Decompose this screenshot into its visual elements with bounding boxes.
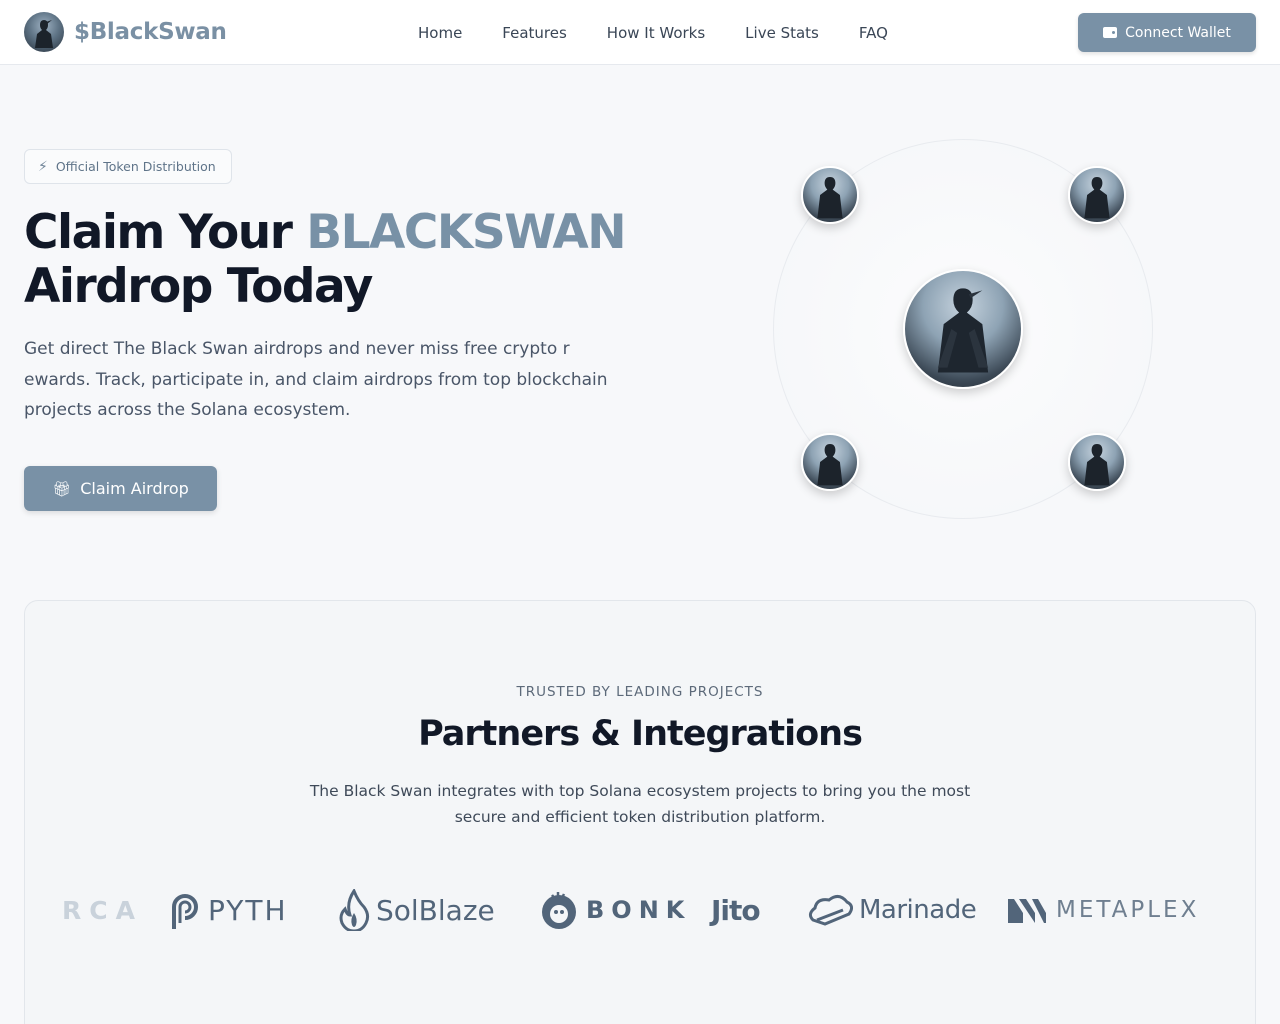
gift-icon: 🎁︎: [52, 479, 72, 498]
bonk-dog-icon: [542, 892, 576, 929]
black-swan-avatar-icon: [24, 12, 64, 52]
hero-title-prefix: Claim Your: [24, 205, 307, 260]
black-swan-orbit-image: [1068, 166, 1126, 224]
wallet-icon: [1103, 27, 1118, 38]
nav-how-it-works[interactable]: How It Works: [607, 24, 705, 42]
black-swan-knight-image: [903, 269, 1023, 389]
connect-wallet-button[interactable]: Connect Wallet: [1078, 13, 1256, 52]
partner-logo-bonk[interactable]: BONK: [540, 888, 691, 932]
partner-name: METAPLEX: [1056, 897, 1200, 923]
official-badge: ⚡︎ Official Token Distribution: [24, 149, 232, 184]
claim-airdrop-label: Claim Airdrop: [80, 479, 189, 498]
badge-label: Official Token Distribution: [55, 159, 216, 174]
partner-logo-solblaze[interactable]: SolBlaze: [338, 888, 495, 932]
partner-logo-rca[interactable]: RCA: [62, 888, 143, 932]
partner-name: BONK: [586, 896, 692, 924]
brand-name: $BlackSwan: [74, 19, 227, 45]
hero-description: Get direct The Black Swan airdrops and n…: [24, 339, 608, 420]
brand-logo[interactable]: $BlackSwan: [24, 12, 227, 52]
partners-eyebrow: TRUSTED BY LEADING PROJECTS: [516, 684, 764, 700]
navbar: $BlackSwan Home Features How It Works Li…: [0, 0, 1280, 65]
black-swan-orbit-image: [801, 166, 859, 224]
flame-icon: [339, 889, 370, 931]
nav-features[interactable]: Features: [502, 24, 567, 42]
connect-wallet-label: Connect Wallet: [1125, 24, 1231, 41]
partners-description: The Black Swan integrates with top Solan…: [309, 782, 971, 826]
main-nav: Home Features How It Works Live Stats FA…: [418, 24, 928, 42]
claim-airdrop-button[interactable]: 🎁︎ Claim Airdrop: [24, 466, 217, 511]
hero-title: Claim Your BLACKSWAN Airdrop Today: [24, 206, 664, 314]
partner-logo-pyth[interactable]: PYTH: [168, 888, 288, 932]
bolt-icon: ⚡︎: [38, 158, 48, 175]
partner-logo-metaplex[interactable]: METAPLEX: [1008, 888, 1199, 932]
chef-hat-icon: [808, 895, 853, 926]
partner-name: Marinade: [859, 895, 977, 925]
nav-faq[interactable]: FAQ: [859, 24, 888, 42]
partner-name: SolBlaze: [376, 893, 495, 927]
pyth-icon: [172, 894, 198, 929]
nav-live-stats[interactable]: Live Stats: [745, 24, 819, 42]
partner-logo-marinade[interactable]: Marinade: [807, 888, 977, 932]
hero-title-accent: BLACKSWAN: [306, 205, 626, 260]
nav-home[interactable]: Home: [418, 24, 462, 42]
partners-title: Partners & Integrations: [418, 714, 863, 754]
partner-logo-jito[interactable]: Jito: [711, 888, 761, 932]
partner-name: PYTH: [208, 893, 288, 927]
black-swan-orbit-image: [1068, 433, 1126, 491]
hero-title-suffix: Airdrop Today: [24, 259, 373, 314]
partner-name: RCA: [62, 895, 143, 925]
metaplex-icon: [1008, 899, 1046, 923]
black-swan-orbit-image: [801, 433, 859, 491]
partner-name: Jito: [711, 893, 761, 927]
